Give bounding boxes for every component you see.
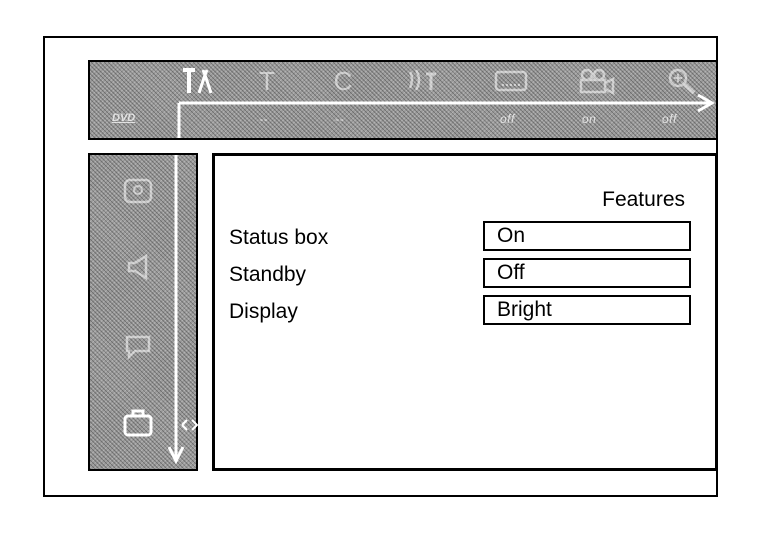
chapter-icon[interactable]: C [328,66,358,96]
standby-label: Standby [229,263,307,286]
features-icon[interactable] [120,406,156,440]
standby-value[interactable]: Off [483,258,691,288]
settings-tools-icon[interactable] [180,66,214,96]
subtitle-icon[interactable] [492,68,532,96]
sound-icon[interactable] [124,252,154,282]
zoom-icon[interactable] [665,66,699,96]
camera-angle-icon[interactable] [577,66,617,96]
audio-status: off [500,112,515,126]
dvd-logo: DVD [112,112,136,124]
language-icon[interactable] [121,332,155,362]
horizontal-navigation-arrow [177,93,716,138]
chapter-status: -- [335,112,344,126]
panel-title: Features [602,188,685,211]
audio-icon[interactable] [405,66,445,96]
display-value[interactable]: Bright [483,295,691,325]
subtitle-status: on [582,112,597,126]
status-box-label: Status box [229,226,329,249]
picture-icon[interactable] [120,176,156,206]
title-status: -- [259,112,268,126]
camera-angle-status: off [662,112,677,126]
features-panel: Features Status box On Standby Off Displ… [212,153,718,471]
status-box-value[interactable]: On [483,221,691,251]
vertical-navigation-arrow [168,155,198,465]
display-label: Display [229,300,298,323]
title-icon[interactable]: T [252,66,282,96]
